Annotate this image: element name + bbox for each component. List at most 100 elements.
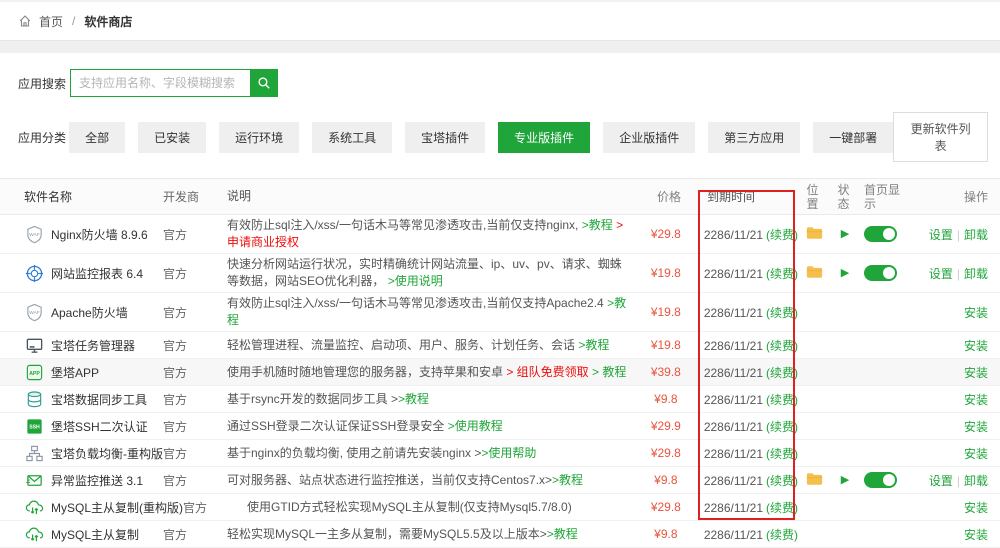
app-name: 宝塔数据同步工具	[51, 391, 147, 408]
category-tab-1[interactable]: 已安装	[138, 122, 206, 153]
mysql-replication-icon	[24, 497, 44, 517]
task-manager-icon	[24, 335, 44, 355]
app-name: 堡塔APP	[51, 364, 99, 381]
settings-link[interactable]: 设置	[929, 228, 953, 242]
running-status-play-icon[interactable]: ▶	[841, 268, 849, 279]
install-link[interactable]: 安装	[964, 306, 988, 320]
app-developer: 官方	[163, 526, 227, 543]
row-actions: 安装	[912, 337, 1000, 354]
desc-link[interactable]: >使用教程	[448, 419, 503, 433]
folder-icon[interactable]	[806, 226, 823, 243]
settings-link[interactable]: 设置	[929, 267, 953, 281]
table-row: MySQL主从复制(重构版) 官方 使用GTID方式轻松实现MySQL主从复制(…	[0, 494, 1000, 521]
home-icon[interactable]	[18, 14, 32, 28]
search-button[interactable]	[250, 69, 278, 97]
app-name: Nginx防火墙 8.9.6	[51, 226, 148, 243]
install-link[interactable]: 安装	[964, 528, 988, 542]
app-developer: 官方	[163, 418, 227, 435]
search-box	[70, 69, 278, 97]
desc-link[interactable]: >使用说明	[388, 274, 443, 288]
settings-link[interactable]: 设置	[929, 474, 953, 488]
category-tab-0[interactable]: 全部	[69, 122, 125, 153]
breadcrumb-home[interactable]: 首页	[39, 13, 63, 30]
data-sync-icon	[24, 389, 44, 409]
category-tab-5[interactable]: 专业版插件	[498, 122, 590, 153]
renew-link[interactable]: (续费)	[766, 267, 798, 281]
desc-link[interactable]: >教程	[582, 218, 613, 232]
desc-link[interactable]: >教程	[547, 527, 578, 541]
app-price: ¥29.8	[637, 227, 695, 241]
app-expire-date: 2286/11/21(续费)	[695, 337, 798, 354]
row-actions: 安装	[912, 364, 1000, 381]
uninstall-link[interactable]: 卸载	[964, 267, 988, 281]
row-actions: 安装	[912, 418, 1000, 435]
app-expire-date: 2286/11/21(续费)	[695, 445, 798, 462]
category-tab-2[interactable]: 运行环境	[219, 122, 299, 153]
desc-link[interactable]: >教程	[578, 338, 609, 352]
renew-link[interactable]: (续费)	[766, 339, 798, 353]
app-description: 使用手机随时随地管理您的服务器，支持苹果和安卓 > 组队免费领取 > 教程	[227, 364, 637, 381]
app-developer: 官方	[163, 226, 227, 243]
install-link[interactable]: 安装	[964, 366, 988, 380]
renew-link[interactable]: (续费)	[766, 420, 798, 434]
app-price: ¥29.9	[637, 419, 695, 433]
app-developer: 官方	[163, 304, 227, 321]
table-row: 异常监控推送 3.1 官方 可对服务器、站点状态进行监控推送，当前仅支持Cent…	[0, 467, 1000, 494]
uninstall-link[interactable]: 卸载	[964, 474, 988, 488]
renew-link[interactable]: (续费)	[766, 228, 798, 242]
home-show-toggle[interactable]	[864, 472, 897, 488]
breadcrumb-current: 软件商店	[84, 13, 132, 30]
app-expire-date: 2286/11/21(续费)	[695, 226, 798, 243]
category-tab-8[interactable]: 一键部署	[813, 122, 893, 153]
running-status-play-icon[interactable]: ▶	[841, 229, 849, 240]
waf-shield-icon: WAF	[24, 224, 44, 244]
app-price: ¥19.8	[637, 338, 695, 352]
header-desc: 说明	[227, 188, 640, 205]
install-link[interactable]: 安装	[964, 339, 988, 353]
folder-icon[interactable]	[806, 265, 823, 282]
app-search-row: 应用搜索	[8, 69, 1000, 97]
breadcrumb-separator: /	[72, 14, 75, 28]
app-description: 可对服务器、站点状态进行监控推送，当前仅支持Centos7.x>>教程	[227, 472, 637, 489]
mysql-replication-icon	[24, 524, 44, 544]
renew-link[interactable]: (续费)	[766, 501, 798, 515]
category-tab-3[interactable]: 系统工具	[312, 122, 392, 153]
category-tab-7[interactable]: 第三方应用	[708, 122, 800, 153]
renew-link[interactable]: (续费)	[766, 366, 798, 380]
renew-link[interactable]: (续费)	[766, 447, 798, 461]
running-status-play-icon[interactable]: ▶	[841, 475, 849, 486]
row-actions: 安装	[912, 526, 1000, 543]
install-link[interactable]: 安装	[964, 393, 988, 407]
app-description: 快速分析网站运行状况，实时精确统计网站流量、ip、uv、pv、请求、蜘蛛等数据，…	[227, 256, 637, 290]
home-show-toggle[interactable]	[864, 265, 897, 281]
install-link[interactable]: 安装	[964, 447, 988, 461]
app-name: 网站监控报表 6.4	[51, 265, 143, 282]
uninstall-link[interactable]: 卸载	[964, 228, 988, 242]
install-link[interactable]: 安装	[964, 420, 988, 434]
install-link[interactable]: 安装	[964, 501, 988, 515]
renew-link[interactable]: (续费)	[766, 393, 798, 407]
row-actions: 安装	[912, 445, 1000, 462]
desc-link[interactable]: >使用帮助	[481, 446, 536, 460]
search-input[interactable]	[70, 69, 250, 97]
renew-link[interactable]: (续费)	[766, 306, 798, 320]
app-name: 宝塔负载均衡-重构版	[51, 445, 163, 462]
table-row: 网站监控报表 6.4 官方 快速分析网站运行状况，实时精确统计网站流量、ip、u…	[0, 254, 1000, 293]
app-price: ¥9.8	[637, 392, 695, 406]
folder-icon[interactable]	[806, 472, 823, 489]
desc-link[interactable]: > 组队免费领取	[506, 365, 588, 379]
app-expire-date: 2286/11/21(续费)	[695, 526, 798, 543]
category-tab-6[interactable]: 企业版插件	[603, 122, 695, 153]
desc-link[interactable]: >教程	[552, 473, 583, 487]
desc-link[interactable]: >教程	[398, 392, 429, 406]
category-tab-4[interactable]: 宝塔插件	[405, 122, 485, 153]
desc-link[interactable]: > 教程	[592, 365, 626, 379]
home-show-toggle[interactable]	[864, 226, 897, 242]
renew-link[interactable]: (续费)	[766, 528, 798, 542]
app-developer: 官方	[183, 499, 247, 516]
svg-text:APP: APP	[29, 370, 40, 376]
update-software-list-button[interactable]: 更新软件列表	[893, 112, 988, 162]
renew-link[interactable]: (续费)	[766, 474, 798, 488]
waf-shield-icon: WAF	[24, 302, 44, 322]
header-status: 状态	[830, 183, 860, 211]
